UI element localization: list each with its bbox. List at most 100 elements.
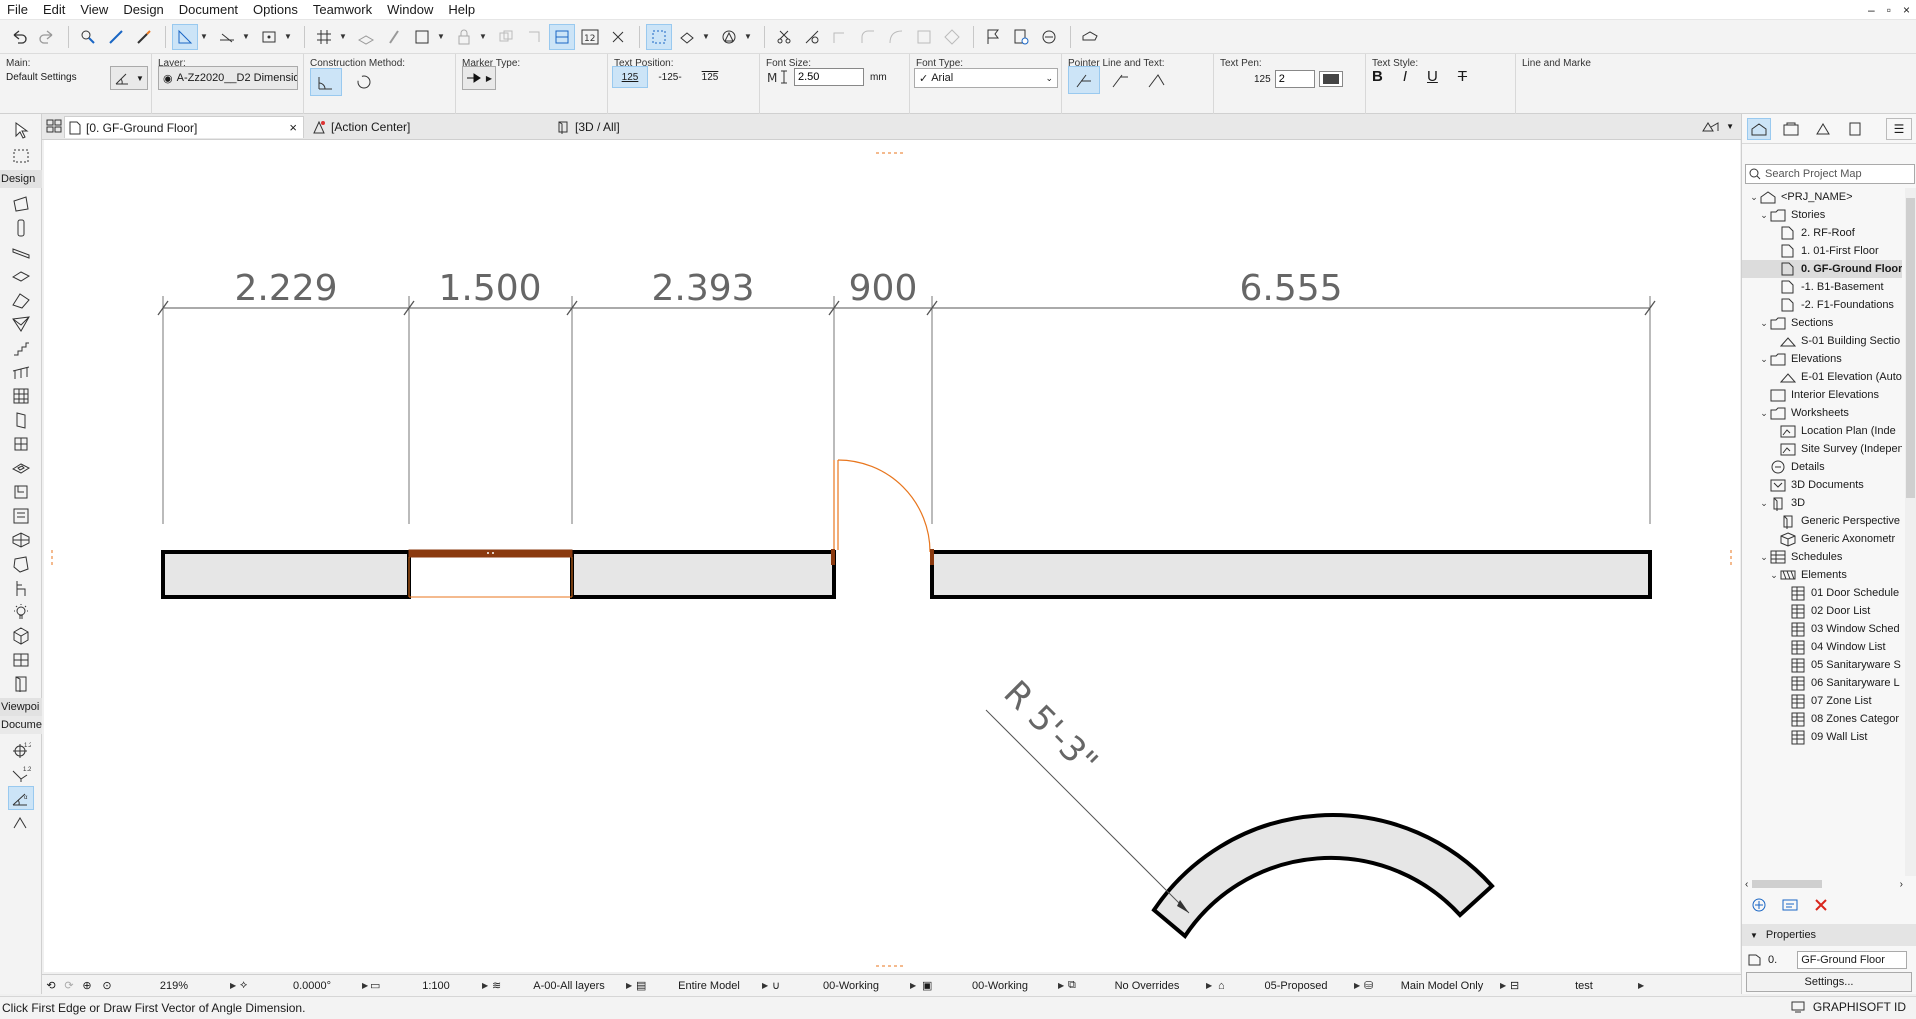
- skylight-tool-icon[interactable]: [8, 456, 34, 480]
- morph-tool-icon[interactable]: [8, 504, 34, 528]
- beam-tool-icon[interactable]: [8, 240, 34, 264]
- chevron-down-icon[interactable]: ▼: [242, 32, 252, 41]
- undo-zoom-icon[interactable]: ⟲: [42, 979, 60, 992]
- menu-design[interactable]: Design: [116, 0, 171, 20]
- tab-list-button[interactable]: ▼: [1702, 119, 1734, 133]
- split-icon[interactable]: [771, 24, 797, 50]
- chevron-down-icon[interactable]: ▼: [339, 32, 349, 41]
- bim-icon[interactable]: [1036, 24, 1062, 50]
- underline-button[interactable]: U: [1427, 68, 1438, 85]
- adjust-icon[interactable]: [799, 24, 825, 50]
- column-tool-icon[interactable]: [8, 216, 34, 240]
- text-position-inline-button[interactable]: -125-: [652, 66, 688, 88]
- door-element[interactable]: [831, 459, 934, 565]
- layer-dropdown[interactable]: ◉ A-Zz2020__D2 Dimensio... ▶: [158, 66, 298, 90]
- tree-item[interactable]: S-01 Building Sectio: [1742, 332, 1902, 350]
- tree-item[interactable]: 0. GF-Ground Floor: [1742, 260, 1902, 278]
- chevron-down-icon[interactable]: ⌄: [1758, 498, 1770, 509]
- scale-control[interactable]: ▭ 1:100 ▶: [370, 975, 492, 997]
- marker-type-dropdown[interactable]: ▶: [462, 66, 496, 90]
- delete-icon[interactable]: [1814, 898, 1828, 912]
- group-icon[interactable]: [493, 24, 519, 50]
- font-size-input[interactable]: [794, 68, 864, 86]
- scroll-left-icon[interactable]: ‹: [1745, 879, 1748, 890]
- 3d-orbit-icon[interactable]: [674, 24, 700, 50]
- toolbox-category-design[interactable]: Design: [0, 170, 42, 188]
- graphic-override-control[interactable]: ⧉ No Overrides ▶: [1068, 975, 1218, 997]
- tree-item[interactable]: ⌄ Elevations: [1742, 350, 1902, 368]
- dimension-12-icon[interactable]: 12: [577, 24, 603, 50]
- chevron-down-icon[interactable]: ▼: [744, 32, 754, 41]
- fillet-icon[interactable]: [855, 24, 881, 50]
- toolbox-category-viewpoint[interactable]: Viewpoi: [0, 698, 42, 716]
- menu-document[interactable]: Document: [172, 0, 246, 20]
- roof-tool-icon[interactable]: [8, 288, 34, 312]
- tab-overview-icon[interactable]: [46, 119, 62, 135]
- tree-item[interactable]: 03 Window Sched: [1742, 620, 1902, 638]
- settings-button[interactable]: Settings...: [1746, 972, 1912, 992]
- slab-tool-icon[interactable]: [8, 264, 34, 288]
- tree-item[interactable]: ⌄ Stories: [1742, 206, 1902, 224]
- menu-edit[interactable]: Edit: [36, 0, 73, 20]
- tree-item[interactable]: Details: [1742, 458, 1902, 476]
- tree-item[interactable]: ⌄ Elements: [1742, 566, 1902, 584]
- solid-operations-icon[interactable]: [716, 24, 742, 50]
- tree-item[interactable]: E-01 Elevation (Auto: [1742, 368, 1902, 386]
- text-position-below-button[interactable]: 125: [692, 66, 728, 88]
- tree-item[interactable]: Generic Axonometr: [1742, 530, 1902, 548]
- text-pen-input[interactable]: [1274, 70, 1315, 88]
- orientation-control[interactable]: ⟡ 0.0000° ▶: [240, 975, 370, 997]
- furniture-tool-icon[interactable]: [8, 576, 34, 600]
- trace-icon[interactable]: [409, 24, 435, 50]
- bold-button[interactable]: B: [1372, 68, 1383, 85]
- layer-combination-control[interactable]: ≋ A-00-All layers ▶: [492, 975, 636, 997]
- dimension-tool-icon[interactable]: [172, 23, 198, 50]
- pointer-off-button[interactable]: [1068, 66, 1100, 94]
- explode-icon[interactable]: [939, 24, 965, 50]
- door-tool-icon[interactable]: [8, 408, 34, 432]
- wall-end-tool-icon[interactable]: [8, 648, 34, 672]
- redo-icon[interactable]: [34, 24, 60, 50]
- menu-view[interactable]: View: [73, 0, 116, 20]
- menu-options[interactable]: Options: [246, 0, 306, 20]
- grid-snap-icon[interactable]: [311, 24, 337, 50]
- menu-help[interactable]: Help: [441, 0, 483, 20]
- chevron-down-icon[interactable]: ⌄: [1758, 210, 1770, 221]
- undo-icon[interactable]: [6, 24, 32, 50]
- toolbox-category-document[interactable]: Docume: [0, 716, 42, 734]
- intersect-icon[interactable]: [827, 24, 853, 50]
- renovation-control[interactable]: ⌂ 05-Proposed ▶: [1218, 975, 1364, 997]
- property-name-field[interactable]: GF-Ground Floor: [1797, 951, 1908, 969]
- chevron-down-icon[interactable]: ⌄: [1768, 570, 1780, 581]
- tree-item[interactable]: Location Plan (Inde: [1742, 422, 1902, 440]
- scroll-thumb[interactable]: [1906, 198, 1915, 498]
- tree-item[interactable]: ⌄ Schedules: [1742, 548, 1902, 566]
- menu-teamwork[interactable]: Teamwork: [306, 0, 380, 20]
- navigator-menu-button[interactable]: ☰: [1886, 117, 1912, 140]
- tree-item[interactable]: ⌄ Worksheets: [1742, 404, 1902, 422]
- tree-item[interactable]: 07 Zone List: [1742, 692, 1902, 710]
- marquee-tool-icon[interactable]: [8, 144, 34, 168]
- find-select-icon[interactable]: [75, 24, 101, 50]
- tree-item[interactable]: 3D Documents: [1742, 476, 1902, 494]
- flag-icon[interactable]: [980, 24, 1006, 50]
- magic-wand-icon[interactable]: [646, 23, 672, 50]
- tree-item[interactable]: 04 Window List: [1742, 638, 1902, 656]
- zone-tool-icon[interactable]: [8, 552, 34, 576]
- tree-item[interactable]: Interior Elevations: [1742, 386, 1902, 404]
- tree-horizontal-scrollbar[interactable]: ‹ ›: [1745, 876, 1903, 892]
- snap-guide-icon[interactable]: [214, 24, 240, 50]
- railing-tool-icon[interactable]: [8, 360, 34, 384]
- tree-item[interactable]: 1. 01-First Floor: [1742, 242, 1902, 260]
- project-map-tab[interactable]: [1747, 117, 1771, 140]
- radius-dimension[interactable]: R 5'-3": [985, 673, 1190, 914]
- chevron-down-icon[interactable]: ⌄: [1758, 354, 1770, 365]
- offset-icon[interactable]: [911, 24, 937, 50]
- pen-color-swatch[interactable]: [1318, 71, 1343, 87]
- pen-set-control[interactable]: ∪ 00-Working ▶: [772, 975, 922, 997]
- suspend-groups-icon[interactable]: [549, 23, 575, 50]
- ungroup-icon[interactable]: [521, 24, 547, 50]
- close-icon[interactable]: ×: [289, 120, 297, 135]
- tree-vertical-scrollbar[interactable]: [1905, 188, 1916, 876]
- minimize-button[interactable]: –: [1868, 3, 1875, 17]
